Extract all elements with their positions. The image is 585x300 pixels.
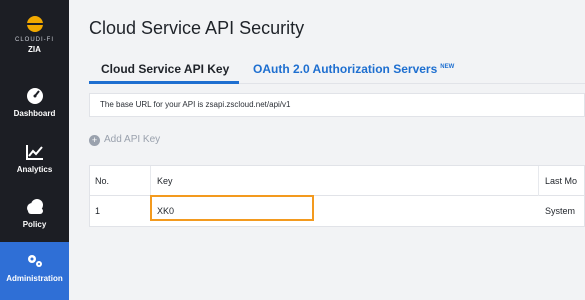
add-api-key-button[interactable]: + Add API Key [89, 134, 160, 146]
brand-logo-icon [26, 16, 43, 32]
row-number: 1 [95, 206, 101, 216]
gears-icon [27, 255, 42, 267]
sidebar: CLOUDI-FI ZIA Dashboard Analytics Policy [0, 0, 69, 300]
brand-name: CLOUDI-FI [15, 37, 54, 43]
tab-bar: Cloud Service API Key OAuth 2.0 Authoriz… [89, 52, 585, 84]
sidebar-item-policy[interactable]: Policy [0, 197, 69, 229]
plus-icon: + [89, 135, 100, 146]
line-chart-icon [25, 145, 43, 160]
dashboard-gauge-icon [26, 88, 43, 104]
active-tab-indicator [89, 81, 239, 84]
base-url-info: The base URL for your API is zsapi.zsclo… [89, 93, 585, 117]
base-url-text: The base URL for your API is zsapi.zsclo… [100, 100, 291, 109]
column-header-no[interactable]: No. [95, 176, 109, 186]
main-content: Cloud Service API Security Cloud Service… [69, 0, 585, 300]
sidebar-item-analytics[interactable]: Analytics [0, 142, 69, 174]
sidebar-item-label: Dashboard [13, 109, 56, 118]
column-divider[interactable] [538, 166, 539, 196]
cloud-icon [26, 199, 43, 214]
tab-cloud-service-api-key[interactable]: Cloud Service API Key [101, 62, 229, 76]
column-header-last-modified[interactable]: Last Mo [545, 176, 577, 186]
sidebar-item-label: Policy [22, 220, 47, 229]
new-badge: NEW [440, 64, 455, 70]
tab-oauth-authorization-servers[interactable]: OAuth 2.0 Authorization Servers NEW [253, 62, 454, 76]
sidebar-item-administration[interactable]: Administration [0, 242, 69, 300]
sidebar-item-dashboard[interactable]: Dashboard [0, 86, 69, 118]
brand[interactable]: CLOUDI-FI ZIA [0, 16, 69, 54]
column-header-key[interactable]: Key [157, 176, 173, 186]
key-highlight-box [150, 195, 314, 221]
row-last-modified: System [545, 206, 576, 216]
column-divider[interactable] [150, 166, 151, 196]
sidebar-item-label: Analytics [16, 165, 53, 174]
brand-sub: ZIA [28, 45, 41, 54]
tab-label: OAuth 2.0 Authorization Servers [253, 62, 438, 76]
page-title: Cloud Service API Security [89, 18, 305, 38]
table-header: No. Key Last Mo [90, 166, 584, 196]
sidebar-item-label: Administration [6, 274, 63, 283]
add-api-key-label: Add API Key [104, 134, 161, 145]
